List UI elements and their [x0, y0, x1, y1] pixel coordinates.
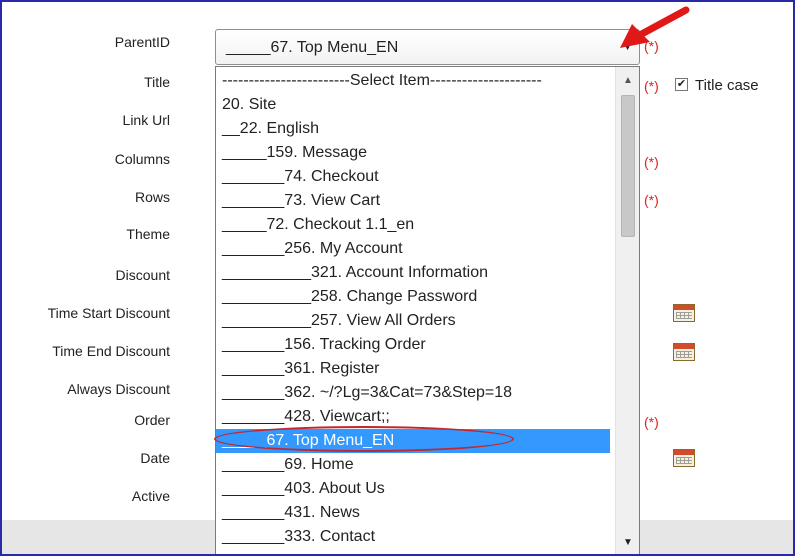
title-case-checkbox[interactable]: ✔: [675, 78, 688, 91]
dropdown-option[interactable]: _____159. Message: [216, 141, 610, 165]
calendar-icon[interactable]: [673, 304, 695, 322]
label-always-discount: Always Discount: [67, 381, 170, 397]
dropdown-option[interactable]: __________258. Change Password: [216, 285, 610, 309]
scroll-down-icon[interactable]: ▼: [616, 533, 639, 553]
calendar-icon[interactable]: [673, 343, 695, 361]
required-marker-title: (*): [644, 78, 659, 94]
label-columns: Columns: [114, 151, 170, 167]
label-active: Active: [131, 488, 170, 504]
required-marker-rows: (*): [644, 192, 659, 208]
parentid-dropdown-list[interactable]: ------------------------Select Item-----…: [215, 66, 640, 554]
red-ellipse-highlight: [214, 426, 514, 452]
dropdown-option[interactable]: _______156. Tracking Order: [216, 333, 610, 357]
dropdown-option[interactable]: _______361. Register: [216, 357, 610, 381]
dropdown-option[interactable]: _______73. View Cart: [216, 189, 610, 213]
dropdown-option[interactable]: _______362. ~/?Lg=3&Cat=73&Step=18: [216, 381, 610, 405]
parentid-select[interactable]: _____67. Top Menu_EN ▼: [215, 29, 640, 65]
dropdown-option[interactable]: _____72. Checkout 1.1_en: [216, 213, 610, 237]
label-date: Date: [140, 450, 170, 466]
dropdown-option[interactable]: 20. Site: [216, 93, 610, 117]
dropdown-option[interactable]: _______69. Home: [216, 453, 610, 477]
required-marker-order: (*): [644, 414, 659, 430]
dropdown-option[interactable]: __________321. Account Information: [216, 261, 610, 285]
label-time-start-discount: Time Start Discount: [47, 305, 170, 321]
dropdown-scrollbar[interactable]: ▲ ▼: [615, 67, 639, 554]
form-window: ParentID Title Link Url Columns Rows The…: [0, 0, 795, 556]
parentid-selected-value: _____67. Top Menu_EN: [226, 39, 399, 56]
title-case-label: Title case: [695, 77, 759, 94]
label-theme: Theme: [126, 226, 170, 242]
label-link-url: Link Url: [122, 112, 170, 128]
dropdown-option[interactable]: _______428. Viewcart;;: [216, 405, 610, 429]
dropdown-option[interactable]: _______403. About Us: [216, 477, 610, 501]
label-discount: Discount: [115, 267, 170, 283]
dropdown-option[interactable]: _______431. News: [216, 501, 610, 525]
dropdown-option[interactable]: ------------------------Select Item-----…: [216, 69, 610, 93]
dropdown-option[interactable]: _______256. My Account: [216, 237, 610, 261]
dropdown-option[interactable]: __________257. View All Orders: [216, 309, 610, 333]
label-order: Order: [134, 412, 170, 428]
dropdown-option[interactable]: _______74. Checkout: [216, 165, 610, 189]
dropdown-option[interactable]: _______333. Contact: [216, 525, 610, 549]
scroll-up-icon[interactable]: ▲: [616, 71, 639, 91]
scroll-thumb[interactable]: [621, 95, 635, 237]
required-marker-columns: (*): [644, 154, 659, 170]
dropdown-option[interactable]: __22. English: [216, 117, 610, 141]
label-parentid: ParentID: [114, 34, 170, 50]
calendar-icon[interactable]: [673, 449, 695, 467]
red-arrow-icon: [620, 6, 690, 48]
label-rows: Rows: [134, 189, 170, 205]
label-title: Title: [144, 74, 170, 90]
label-time-end-discount: Time End Discount: [52, 343, 170, 359]
